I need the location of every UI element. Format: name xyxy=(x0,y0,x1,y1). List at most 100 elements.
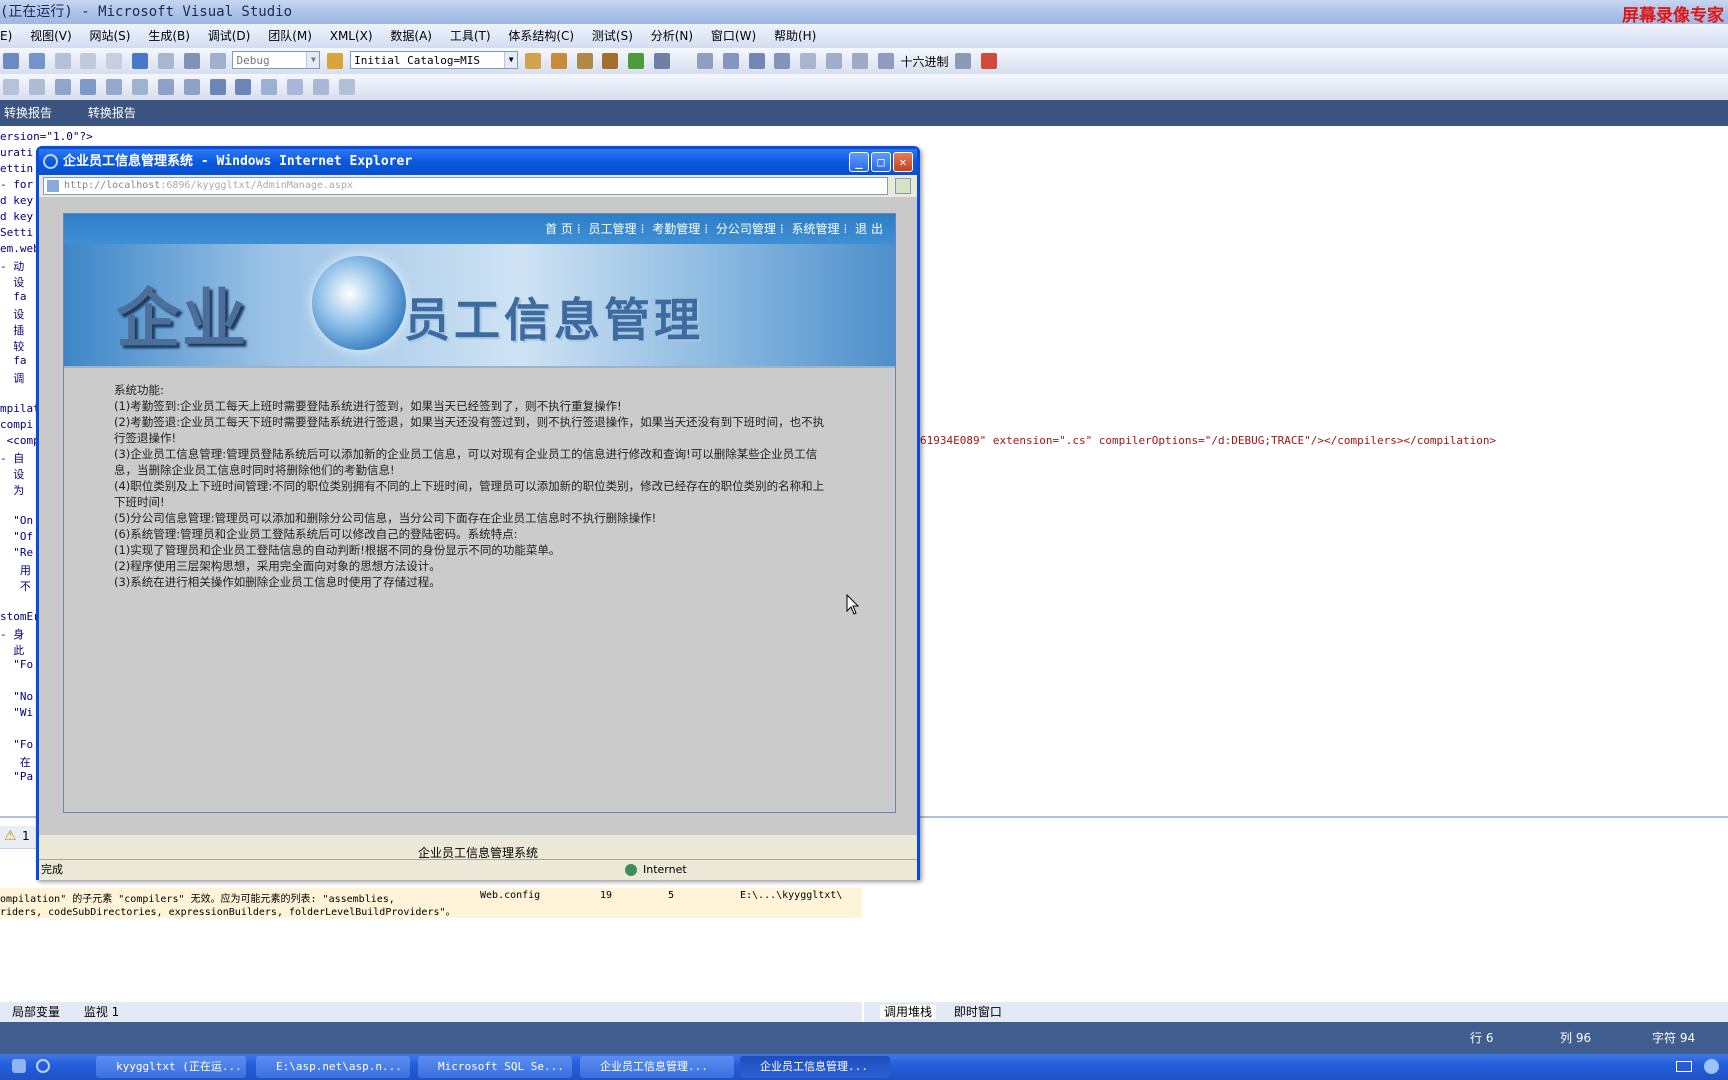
error-description-2: riders, codeSubDirectories, expressionBu… xyxy=(0,907,456,918)
undo-icon[interactable] xyxy=(132,53,149,69)
code-line: - 动 xyxy=(0,260,25,273)
menu-website[interactable]: 网站(S) xyxy=(90,24,131,48)
refresh-icon[interactable] xyxy=(628,53,645,69)
function-line: (2)程序使用三层架构思想，采用完全面向对象的思想方法设计。 xyxy=(114,559,441,573)
close-button[interactable]: ✕ xyxy=(893,152,913,172)
menu-window[interactable]: 窗口(W) xyxy=(711,24,756,48)
quick-launch-icon[interactable] xyxy=(12,1059,26,1073)
nav-employee-management[interactable]: 员工管理 xyxy=(589,222,637,236)
exception-icon[interactable] xyxy=(981,53,998,69)
ie-title-bar[interactable]: 企业员工信息管理系统 - Windows Internet Explorer _… xyxy=(39,149,917,175)
paste-icon[interactable] xyxy=(106,53,123,69)
indent-icon[interactable] xyxy=(157,79,174,95)
query-icon[interactable] xyxy=(524,53,541,69)
window-icon[interactable] xyxy=(654,53,671,69)
bookmark-clear-icon[interactable] xyxy=(338,79,355,95)
menu-analyze[interactable]: 分析(N) xyxy=(651,24,693,48)
code-line: "No xyxy=(0,690,34,703)
banner-company-text: 企业 xyxy=(116,282,248,357)
tool-icon[interactable] xyxy=(28,79,45,95)
uncomment-icon[interactable] xyxy=(235,79,252,95)
tab-conversion-report-2[interactable]: 转换报告 xyxy=(88,100,136,126)
save-icon[interactable] xyxy=(3,53,19,69)
tool-icon[interactable] xyxy=(80,79,97,95)
tool-icon[interactable] xyxy=(106,79,123,95)
continue-icon[interactable] xyxy=(696,53,713,69)
step-over-icon[interactable] xyxy=(826,53,843,69)
taskbar-item-ie-2[interactable]: 企业员工信息管理... xyxy=(740,1056,890,1078)
connect-icon[interactable] xyxy=(327,53,344,69)
menu-xml[interactable]: XML(X) xyxy=(330,24,373,48)
navigate-icon[interactable] xyxy=(183,53,200,69)
nav-branch-management[interactable]: 分公司管理 xyxy=(716,222,776,236)
comment-icon[interactable] xyxy=(209,79,226,95)
step-out-icon[interactable] xyxy=(851,53,868,69)
menu-test[interactable]: 测试(S) xyxy=(592,24,633,48)
menu-build[interactable]: 生成(B) xyxy=(148,24,190,48)
nav-attendance-management[interactable]: 考勤管理 xyxy=(652,222,700,236)
nav-home[interactable]: 首 页 xyxy=(545,222,573,236)
hex-toggle[interactable]: 十六进制 xyxy=(901,53,949,70)
stop-icon[interactable] xyxy=(748,53,765,69)
taskbar-item-ie-1[interactable]: 企业员工信息管理... xyxy=(580,1056,734,1078)
menu-data[interactable]: 数据(A) xyxy=(390,24,432,48)
nav-system-management[interactable]: 系统管理 xyxy=(792,222,840,236)
config-combo[interactable]: Debug ▼ xyxy=(232,51,321,69)
tab-conversion-report[interactable]: 转换报告 xyxy=(4,100,52,126)
tab-watch-1[interactable]: 监视 1 xyxy=(84,1005,119,1019)
thread-icon[interactable] xyxy=(955,53,972,69)
minimize-button[interactable]: _ xyxy=(849,152,869,172)
code-line: urati xyxy=(0,146,34,159)
code-line: 较 xyxy=(0,340,25,353)
error-row[interactable]: ompilation" 的子元素 "compilers" 无效。应为可能元素的列… xyxy=(0,888,862,918)
menu-debug[interactable]: 调试(D) xyxy=(208,24,251,48)
keyboard-icon[interactable] xyxy=(1676,1061,1692,1072)
menu-view[interactable]: 视图(V) xyxy=(30,24,72,48)
breakpoint-icon[interactable] xyxy=(877,53,894,69)
nav-logout[interactable]: 退 出 xyxy=(855,222,883,236)
maximize-button[interactable]: □ xyxy=(871,152,891,172)
menu-architecture[interactable]: 体系结构(C) xyxy=(508,24,574,48)
code-line: d key xyxy=(0,210,34,223)
tool-icon[interactable] xyxy=(3,79,19,95)
banner-title-text: 员工信息管理 xyxy=(404,293,704,347)
compat-view-icon[interactable] xyxy=(895,178,911,194)
bookmark-icon[interactable] xyxy=(261,79,278,95)
properties-icon[interactable] xyxy=(602,53,619,69)
tab-call-stack[interactable]: 调用堆栈 xyxy=(880,1005,937,1019)
tab-locals[interactable]: 局部变量 xyxy=(12,1005,60,1019)
table-icon[interactable] xyxy=(550,53,567,69)
bookmark-next-icon[interactable] xyxy=(312,79,329,95)
code-line: ettin xyxy=(0,162,34,175)
ie-launch-icon[interactable] xyxy=(36,1059,50,1073)
step-into-icon[interactable] xyxy=(800,53,817,69)
vs-status-bar: 行 6 列 96 字符 94 xyxy=(0,1022,1728,1054)
bookmark-prev-icon[interactable] xyxy=(287,79,304,95)
tab-immediate-window[interactable]: 即时窗口 xyxy=(954,1005,1002,1019)
tool-icon[interactable] xyxy=(132,79,149,95)
code-line: stomEr xyxy=(0,610,40,623)
taskbar-item-explorer[interactable]: E:\asp.net\asp.n... xyxy=(256,1056,410,1078)
menu-help[interactable]: 帮助(H) xyxy=(774,24,816,48)
connection-combo[interactable]: Initial Catalog=MIS ▼ xyxy=(350,51,519,69)
taskbar-item-sql[interactable]: Microsoft SQL Se... xyxy=(418,1056,572,1078)
redo-icon[interactable] xyxy=(157,53,174,69)
pause-icon[interactable] xyxy=(722,53,739,69)
start-icon[interactable] xyxy=(209,53,226,69)
address-input[interactable]: http://localhost:6896/kyyggltxt/AdminMan… xyxy=(43,177,888,195)
menu-team[interactable]: 团队(M) xyxy=(268,24,312,48)
code-line: - 自 xyxy=(0,452,25,465)
menu-edit[interactable]: E) xyxy=(0,24,12,48)
copy-icon[interactable] xyxy=(80,53,97,69)
security-zone[interactable]: Internet xyxy=(643,860,687,880)
cut-icon[interactable] xyxy=(54,53,71,69)
restart-icon[interactable] xyxy=(774,53,791,69)
warning-count[interactable]: 1 xyxy=(22,829,30,843)
outdent-icon[interactable] xyxy=(183,79,200,95)
save-all-icon[interactable] xyxy=(28,53,45,69)
tool-icon[interactable] xyxy=(54,79,71,95)
menu-tools[interactable]: 工具(T) xyxy=(450,24,491,48)
tray-ie-icon[interactable] xyxy=(1704,1059,1719,1074)
server-icon[interactable] xyxy=(576,53,593,69)
taskbar-item-vs[interactable]: kyyggltxt (正在运... xyxy=(96,1056,246,1078)
